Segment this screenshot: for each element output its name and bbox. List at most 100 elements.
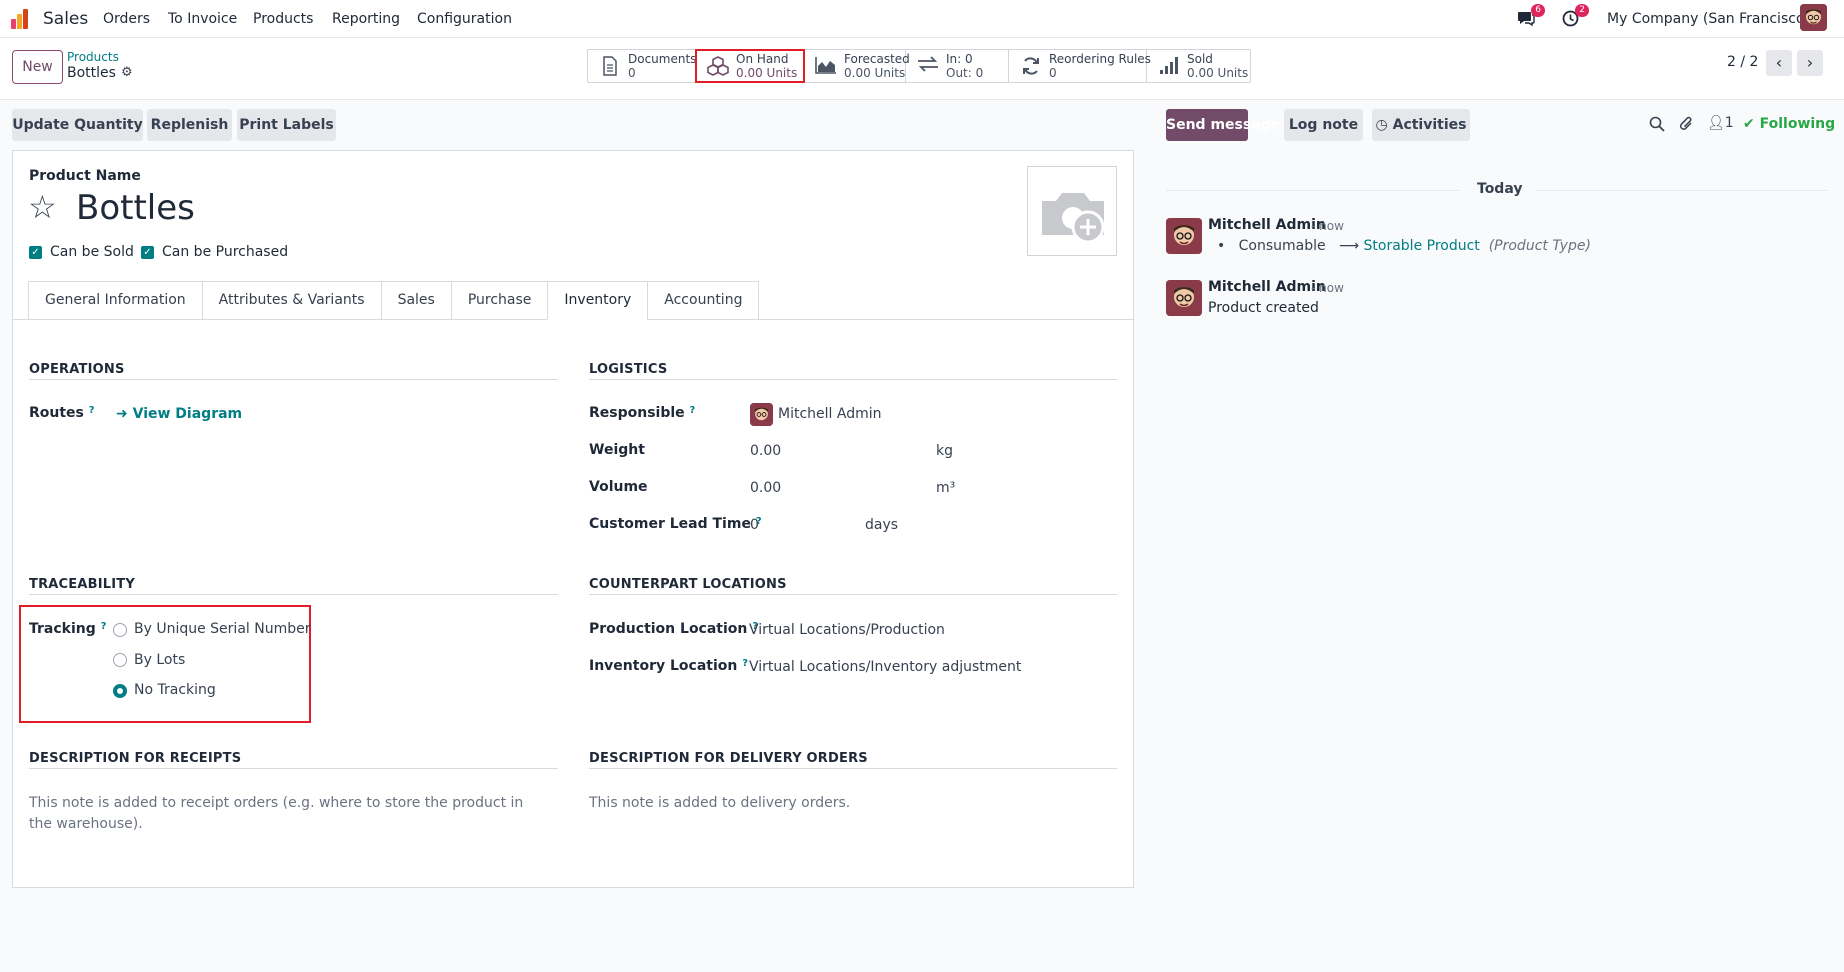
weight-field[interactable]: 0.00 [750,443,781,459]
odoo-apps-logo-icon[interactable] [11,9,33,29]
can-be-purchased-label: Can be Purchased [162,244,289,260]
menu-products[interactable]: Products [253,11,313,27]
control-panel: New Products Bottles ⚙ Documents 0 On Ha… [0,38,1844,100]
routes-help-icon: ? [88,405,95,416]
forecasted-smart-button[interactable]: Forecasted 0.00 Units [804,50,910,82]
can-be-purchased-checkbox[interactable]: ✓ [141,246,154,259]
message-avatar[interactable] [1166,280,1202,316]
tab-attributes-variants[interactable]: Attributes & Variants [201,281,381,320]
tab-accounting[interactable]: Accounting [647,281,760,320]
form-tabs: General Information Attributes & Variant… [28,281,760,320]
in-out-smart-button[interactable]: In: 0 Out: 0 [906,50,1009,82]
tracking-none-label: No Tracking [134,682,216,698]
chevron-left-icon[interactable]: ‹ [1766,50,1792,76]
menu-orders[interactable]: Orders [103,11,150,27]
tab-general-information[interactable]: General Information [28,281,202,320]
desc-receipts-divider [29,768,558,769]
operations-divider [29,379,558,380]
logistics-section-title: LOGISTICS [589,362,668,377]
activities-button[interactable]: ◷ Activities [1372,109,1470,141]
followers-button[interactable]: 👤︎1 [1707,115,1734,131]
view-diagram-link[interactable]: ➜ View Diagram [116,406,242,422]
product-image-upload[interactable] [1027,166,1117,256]
send-message-button[interactable]: Send message [1166,109,1280,141]
document-icon [598,56,622,76]
search-icon[interactable] [1649,116,1665,136]
pager-value[interactable]: 2 / 2 [1727,54,1758,70]
customer-lead-time-field[interactable]: 0 [750,517,759,533]
field-name: (Product Type) [1488,238,1591,254]
following-button[interactable]: ✔ Following [1743,116,1835,132]
tracking-serial-label: By Unique Serial Number [134,621,311,637]
activities-clock-icon[interactable]: 2 [1562,4,1589,27]
inventory-location-field[interactable]: Virtual Locations/Inventory adjustment [749,659,1021,675]
print-labels-button[interactable]: Print Labels [237,109,336,141]
desc-delivery-field[interactable]: This note is added to delivery orders. [589,793,1089,814]
tracking-serial-radio[interactable] [113,623,127,637]
user-avatar[interactable] [1800,4,1827,31]
responsible-label: Responsible ? [589,405,696,421]
menu-configuration[interactable]: Configuration [417,11,512,27]
volume-field[interactable]: 0.00 [750,480,781,496]
menu-to-invoice[interactable]: To Invoice [168,11,237,27]
on-hand-smart-button[interactable]: On Hand 0.00 Units [695,49,805,83]
breadcrumb-current: Bottles [67,65,116,81]
gear-icon[interactable]: ⚙ [121,65,133,80]
can-be-sold-label: Can be Sold [50,244,134,260]
log-note-button[interactable]: Log note [1284,109,1363,141]
favorite-star-icon[interactable]: ☆ [28,190,57,224]
arrow-right-icon: ⟶ [1338,238,1360,254]
update-quantity-button[interactable]: Update Quantity [12,109,143,141]
new-button[interactable]: New [12,50,63,84]
paperclip-icon[interactable] [1679,115,1695,137]
messages-badge: 6 [1531,4,1545,17]
production-location-label: Production Location ? [589,621,759,637]
responsible-avatar [750,403,773,426]
traceability-divider [29,594,558,595]
volume-label: Volume [589,479,648,495]
tab-inventory[interactable]: Inventory [547,281,648,320]
refresh-icon [1019,56,1043,76]
weight-unit: kg [936,443,953,459]
menu-reporting[interactable]: Reporting [332,11,400,27]
production-location-field[interactable]: Virtual Locations/Production [749,622,945,638]
user-icon: 👤︎ [1707,115,1725,131]
smart-buttons: Documents 0 On Hand 0.00 Units Forecaste… [587,49,1251,83]
chevron-right-icon[interactable]: › [1797,50,1823,76]
tab-sales[interactable]: Sales [380,281,451,320]
app-name[interactable]: Sales [43,9,88,29]
counterpart-divider [589,594,1117,595]
tab-purchase[interactable]: Purchase [450,281,548,320]
company-switcher[interactable]: My Company (San Francisco) [1607,11,1810,27]
cubes-icon [706,56,730,76]
message-time: - now [1311,281,1344,295]
messages-icon[interactable]: 6 [1517,4,1545,27]
message-body: Product created [1208,300,1319,316]
tracking-lots-radio[interactable] [113,653,127,667]
today-divider-right [1535,190,1827,191]
signal-icon [1157,56,1181,76]
breadcrumb-parent[interactable]: Products [67,50,119,64]
new-value: Storable Product [1363,238,1480,254]
can-be-sold-checkbox[interactable]: ✓ [29,246,42,259]
arrow-right-icon: ➜ [116,406,128,422]
logistics-divider [589,379,1117,380]
message-author[interactable]: Mitchell Admin [1208,279,1326,295]
message-avatar[interactable] [1166,218,1202,254]
responsible-field[interactable]: Mitchell Admin [778,406,882,422]
desc-delivery-title: DESCRIPTION FOR DELIVERY ORDERS [589,751,868,766]
message-author[interactable]: Mitchell Admin [1208,217,1326,233]
sold-smart-button[interactable]: Sold 0.00 Units [1147,50,1250,82]
routes-label: Routes ? [29,405,95,421]
reordering-rules-smart-button[interactable]: Reordering Rules 0 [1009,50,1151,82]
today-divider-left [1166,190,1459,191]
documents-smart-button[interactable]: Documents 0 [588,50,696,82]
desc-receipts-field[interactable]: This note is added to receipt orders (e.… [29,793,529,835]
replenish-button[interactable]: Replenish [147,109,232,141]
activities-badge: 2 [1575,4,1589,17]
product-name-field[interactable]: Bottles [76,188,195,228]
operations-section-title: OPERATIONS [29,362,125,377]
tracking-none-radio[interactable] [113,684,127,698]
check-icon: ✔ [1743,116,1755,132]
tracking-label: Tracking ? [29,621,107,637]
